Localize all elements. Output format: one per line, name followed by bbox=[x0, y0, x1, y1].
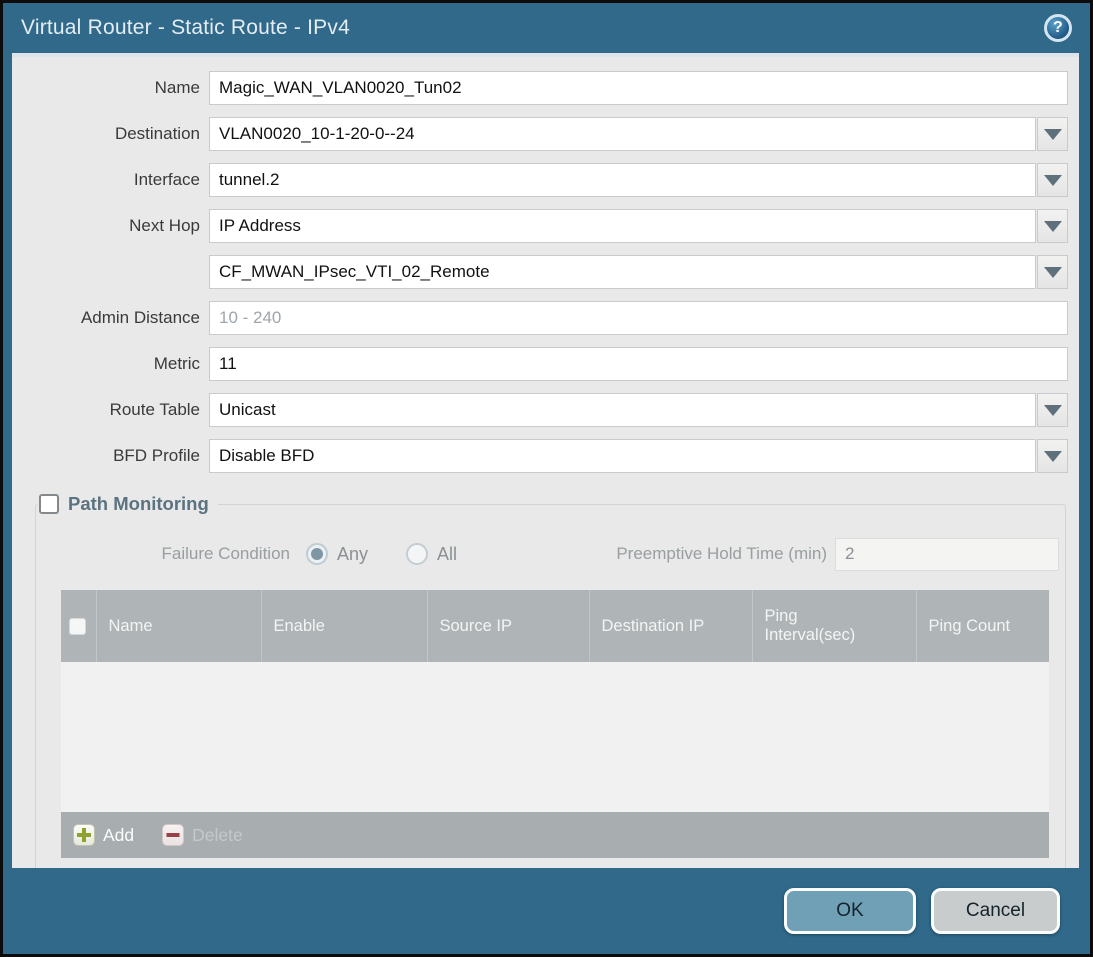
select-all-checkbox[interactable] bbox=[69, 618, 86, 635]
chevron-down-icon bbox=[1044, 451, 1062, 462]
chevron-down-icon bbox=[1044, 175, 1062, 186]
name-row: Name bbox=[23, 71, 1068, 105]
dialog-footer: OK Cancel bbox=[3, 868, 1090, 954]
static-route-dialog: Virtual Router - Static Route - IPv4 ? N… bbox=[3, 3, 1090, 954]
help-icon[interactable]: ? bbox=[1044, 14, 1072, 42]
name-input[interactable] bbox=[209, 71, 1068, 105]
table-footer: Add Delete bbox=[61, 812, 1049, 858]
add-button-label: Add bbox=[103, 825, 134, 846]
bfd-profile-row: BFD Profile bbox=[23, 439, 1068, 473]
column-header-enable: Enable bbox=[261, 590, 427, 662]
metric-label: Metric bbox=[23, 354, 209, 374]
interface-dropdown-button[interactable] bbox=[1037, 163, 1068, 197]
chevron-down-icon bbox=[1044, 267, 1062, 278]
next-hop-address-dropdown-button[interactable] bbox=[1037, 255, 1068, 289]
failure-condition-any-radio[interactable] bbox=[306, 543, 328, 565]
next-hop-row: Next Hop bbox=[23, 209, 1068, 243]
cancel-button[interactable]: Cancel bbox=[931, 888, 1060, 934]
bfd-profile-dropdown-button[interactable] bbox=[1037, 439, 1068, 473]
metric-row: Metric bbox=[23, 347, 1068, 381]
dialog-content: Name Destination Interface bbox=[12, 53, 1079, 868]
interface-label: Interface bbox=[23, 170, 209, 190]
path-monitoring-table: Name Enable Source IP Destination IP Pin… bbox=[61, 590, 1049, 858]
add-button[interactable]: Add bbox=[73, 824, 134, 846]
next-hop-type-dropdown-button[interactable] bbox=[1037, 209, 1068, 243]
route-table-label: Route Table bbox=[23, 400, 209, 420]
failure-condition-row: Failure Condition Any All Preemptive Hol… bbox=[38, 537, 1059, 571]
help-glyph: ? bbox=[1053, 19, 1063, 37]
name-label: Name bbox=[23, 78, 209, 98]
next-hop-label: Next Hop bbox=[23, 216, 209, 236]
column-header-name: Name bbox=[96, 590, 261, 662]
admin-distance-input[interactable] bbox=[209, 301, 1068, 335]
preemptive-hold-time-label: Preemptive Hold Time (min) bbox=[479, 544, 835, 564]
bfd-profile-input[interactable] bbox=[209, 439, 1036, 473]
interface-row: Interface bbox=[23, 163, 1068, 197]
column-header-source-ip: Source IP bbox=[427, 590, 589, 662]
chevron-down-icon bbox=[1044, 405, 1062, 416]
delete-button-label: Delete bbox=[192, 825, 243, 846]
chevron-down-icon bbox=[1044, 221, 1062, 232]
ok-button[interactable]: OK bbox=[784, 888, 916, 934]
path-monitoring-group: Path Monitoring Failure Condition Any Al… bbox=[35, 493, 1066, 868]
column-header-ping-interval: Ping Interval(sec) bbox=[752, 590, 916, 662]
preemptive-hold-time-input[interactable] bbox=[835, 538, 1059, 571]
delete-minus-icon bbox=[162, 824, 184, 846]
dialog-titlebar: Virtual Router - Static Route - IPv4 ? bbox=[3, 3, 1090, 53]
dialog-title: Virtual Router - Static Route - IPv4 bbox=[21, 16, 350, 40]
delete-button[interactable]: Delete bbox=[162, 824, 243, 846]
path-monitoring-legend: Path Monitoring bbox=[37, 493, 218, 515]
next-hop-address-input[interactable] bbox=[209, 255, 1036, 289]
column-header-destination-ip: Destination IP bbox=[589, 590, 752, 662]
metric-input[interactable] bbox=[209, 347, 1068, 381]
destination-row: Destination bbox=[23, 117, 1068, 151]
path-monitoring-title: Path Monitoring bbox=[68, 493, 209, 515]
route-table-dropdown-button[interactable] bbox=[1037, 393, 1068, 427]
failure-condition-label: Failure Condition bbox=[38, 544, 290, 564]
failure-condition-any-label: Any bbox=[337, 544, 368, 565]
destination-dropdown-button[interactable] bbox=[1037, 117, 1068, 151]
chevron-down-icon bbox=[1044, 129, 1062, 140]
select-all-header-cell bbox=[61, 590, 96, 662]
admin-distance-label: Admin Distance bbox=[23, 308, 209, 328]
failure-condition-all-radio[interactable] bbox=[406, 543, 428, 565]
path-monitoring-checkbox[interactable] bbox=[39, 494, 59, 514]
table-empty-body bbox=[61, 662, 1049, 812]
destination-label: Destination bbox=[23, 124, 209, 144]
route-table-input[interactable] bbox=[209, 393, 1036, 427]
bfd-profile-label: BFD Profile bbox=[23, 446, 209, 466]
table-header-row: Name Enable Source IP Destination IP Pin… bbox=[61, 590, 1049, 662]
destination-input[interactable] bbox=[209, 117, 1036, 151]
column-header-ping-count: Ping Count bbox=[916, 590, 1049, 662]
route-table-row: Route Table bbox=[23, 393, 1068, 427]
admin-distance-row: Admin Distance bbox=[23, 301, 1068, 335]
failure-condition-all-label: All bbox=[437, 544, 457, 565]
add-plus-icon bbox=[73, 824, 95, 846]
next-hop-address-row bbox=[23, 255, 1068, 289]
interface-input[interactable] bbox=[209, 163, 1036, 197]
next-hop-type-input[interactable] bbox=[209, 209, 1036, 243]
